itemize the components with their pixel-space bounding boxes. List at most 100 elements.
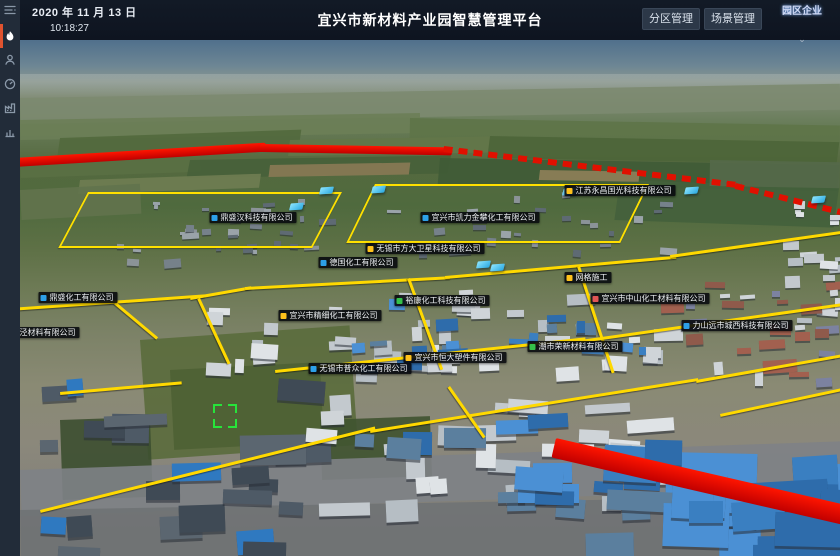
- building: [235, 359, 245, 374]
- map-company-label[interactable]: 裕康化工科技有限公司: [395, 295, 490, 306]
- building: [830, 215, 840, 220]
- building: [759, 339, 786, 349]
- building: [66, 515, 93, 538]
- bar-chart-icon: [4, 126, 16, 138]
- sidebar-item-stats[interactable]: [0, 120, 20, 144]
- building: [351, 342, 365, 353]
- building: [179, 505, 226, 534]
- company-pin-icon: [567, 275, 573, 281]
- map-company-label[interactable]: 宜兴市凯力金攀化工有限公司: [421, 212, 540, 223]
- company-label-text: 裕康化工科技有限公司: [406, 295, 486, 306]
- building: [41, 516, 67, 534]
- route-line-yellow: [720, 382, 840, 417]
- gauge-icon: [4, 78, 16, 90]
- company-pin-icon: [212, 215, 218, 221]
- building: [370, 340, 387, 347]
- vehicle-marker-icon[interactable]: [319, 187, 334, 195]
- map-company-label[interactable]: 无锡市普众化工有限公司: [309, 363, 412, 374]
- map-company-label[interactable]: 江苏永昌国光科技有限公司: [565, 185, 676, 196]
- building: [67, 379, 84, 398]
- map-company-label[interactable]: 网格施工: [565, 272, 612, 283]
- company-pin-icon: [530, 344, 536, 350]
- company-label-text: 宜兴市凯力金攀化工有限公司: [432, 212, 536, 223]
- building: [547, 315, 566, 322]
- map-company-label[interactable]: 潮市荣新材料有限公司: [528, 341, 623, 352]
- map-company-label[interactable]: 宜兴市旭泾材料有限公司: [20, 327, 80, 338]
- map-company-label[interactable]: 鼎盛汉科技有限公司: [210, 212, 297, 223]
- building: [578, 429, 608, 443]
- company-label-text: 鼎盛化工有限公司: [50, 292, 114, 303]
- vehicle-marker-icon[interactable]: [476, 261, 491, 269]
- building: [643, 356, 658, 363]
- company-label-text: 鼎盛汉科技有限公司: [221, 212, 293, 223]
- company-label-text: 宜兴市恒大塑件有限公司: [415, 352, 503, 363]
- company-label-text: 无锡市普众化工有限公司: [320, 363, 408, 374]
- building: [279, 502, 304, 516]
- sidebar-item-monitor[interactable]: [0, 72, 20, 96]
- building: [633, 216, 642, 223]
- building: [823, 275, 835, 281]
- map-3d-view[interactable]: 鼎盛汉科技有限公司 宜兴市凯力金攀化工有限公司无锡市方大卫星科技有限公司德国化工有…: [20, 40, 840, 556]
- vehicle-marker-icon[interactable]: [811, 196, 826, 204]
- building: [737, 348, 751, 354]
- map-company-label[interactable]: 鼎盛化工有限公司: [39, 292, 118, 303]
- map-company-label[interactable]: 宜兴市精细化工有限公司: [279, 310, 382, 321]
- building: [659, 202, 672, 208]
- company-label-text: 宜兴市中山化工材料有限公司: [602, 293, 706, 304]
- sidebar: [0, 0, 20, 556]
- building: [607, 323, 622, 331]
- vehicle-marker-icon[interactable]: [490, 264, 505, 272]
- map-company-label[interactable]: 宜兴市恒大塑件有限公司: [404, 352, 507, 363]
- scene-management-button[interactable]: 场景管理: [704, 8, 762, 30]
- company-label-text: 潮市荣新材料有限公司: [539, 341, 619, 352]
- building: [816, 377, 833, 387]
- vehicle-marker-icon[interactable]: [289, 203, 304, 211]
- building: [622, 343, 633, 353]
- company-label-text: 网格施工: [576, 272, 608, 283]
- terrain-patch: [269, 163, 411, 177]
- sidebar-item-person[interactable]: [0, 48, 20, 72]
- building: [264, 323, 278, 336]
- building: [223, 489, 272, 505]
- company-pin-icon: [567, 188, 573, 194]
- zone-management-button[interactable]: 分区管理: [642, 8, 700, 30]
- building: [39, 440, 57, 453]
- map-company-label[interactable]: 力山远市城西科技有限公司: [682, 320, 793, 331]
- building: [772, 291, 780, 297]
- building: [243, 248, 253, 254]
- factory-icon: [4, 102, 16, 114]
- sidebar-item-fire[interactable]: [0, 24, 20, 48]
- map-company-label[interactable]: 德国化工有限公司: [319, 257, 398, 268]
- sidebar-item-menu[interactable]: [0, 0, 20, 20]
- building: [627, 417, 675, 433]
- building: [689, 501, 723, 523]
- building: [321, 410, 344, 425]
- building: [385, 500, 418, 523]
- building: [471, 307, 491, 319]
- building: [547, 323, 557, 333]
- selection-bracket: [213, 404, 237, 428]
- park-enterprise-dropdown[interactable]: 园区企业 ⌄: [770, 2, 834, 34]
- building: [783, 241, 800, 251]
- building: [58, 546, 101, 556]
- company-pin-icon: [321, 260, 327, 266]
- vehicle-marker-icon[interactable]: [684, 187, 699, 195]
- map-company-label[interactable]: 无锡市方大卫星科技有限公司: [366, 243, 485, 254]
- chevron-down-icon: ⌄: [770, 35, 834, 43]
- building: [133, 249, 142, 253]
- building: [794, 324, 805, 330]
- building: [354, 434, 374, 448]
- company-label-text: 德国化工有限公司: [330, 257, 394, 268]
- building: [585, 533, 634, 556]
- company-label-text: 宜兴市旭泾材料有限公司: [20, 327, 76, 338]
- route-line-yellow: [114, 302, 158, 340]
- person-icon: [4, 54, 16, 66]
- map-company-label[interactable]: 宜兴市中山化工材料有限公司: [591, 293, 710, 304]
- building: [556, 366, 580, 382]
- building: [829, 290, 837, 297]
- building: [251, 343, 279, 359]
- sidebar-item-factory[interactable]: [0, 96, 20, 120]
- company-pin-icon: [423, 215, 429, 221]
- vehicle-marker-icon[interactable]: [371, 186, 386, 194]
- route-line-yellow: [245, 276, 450, 290]
